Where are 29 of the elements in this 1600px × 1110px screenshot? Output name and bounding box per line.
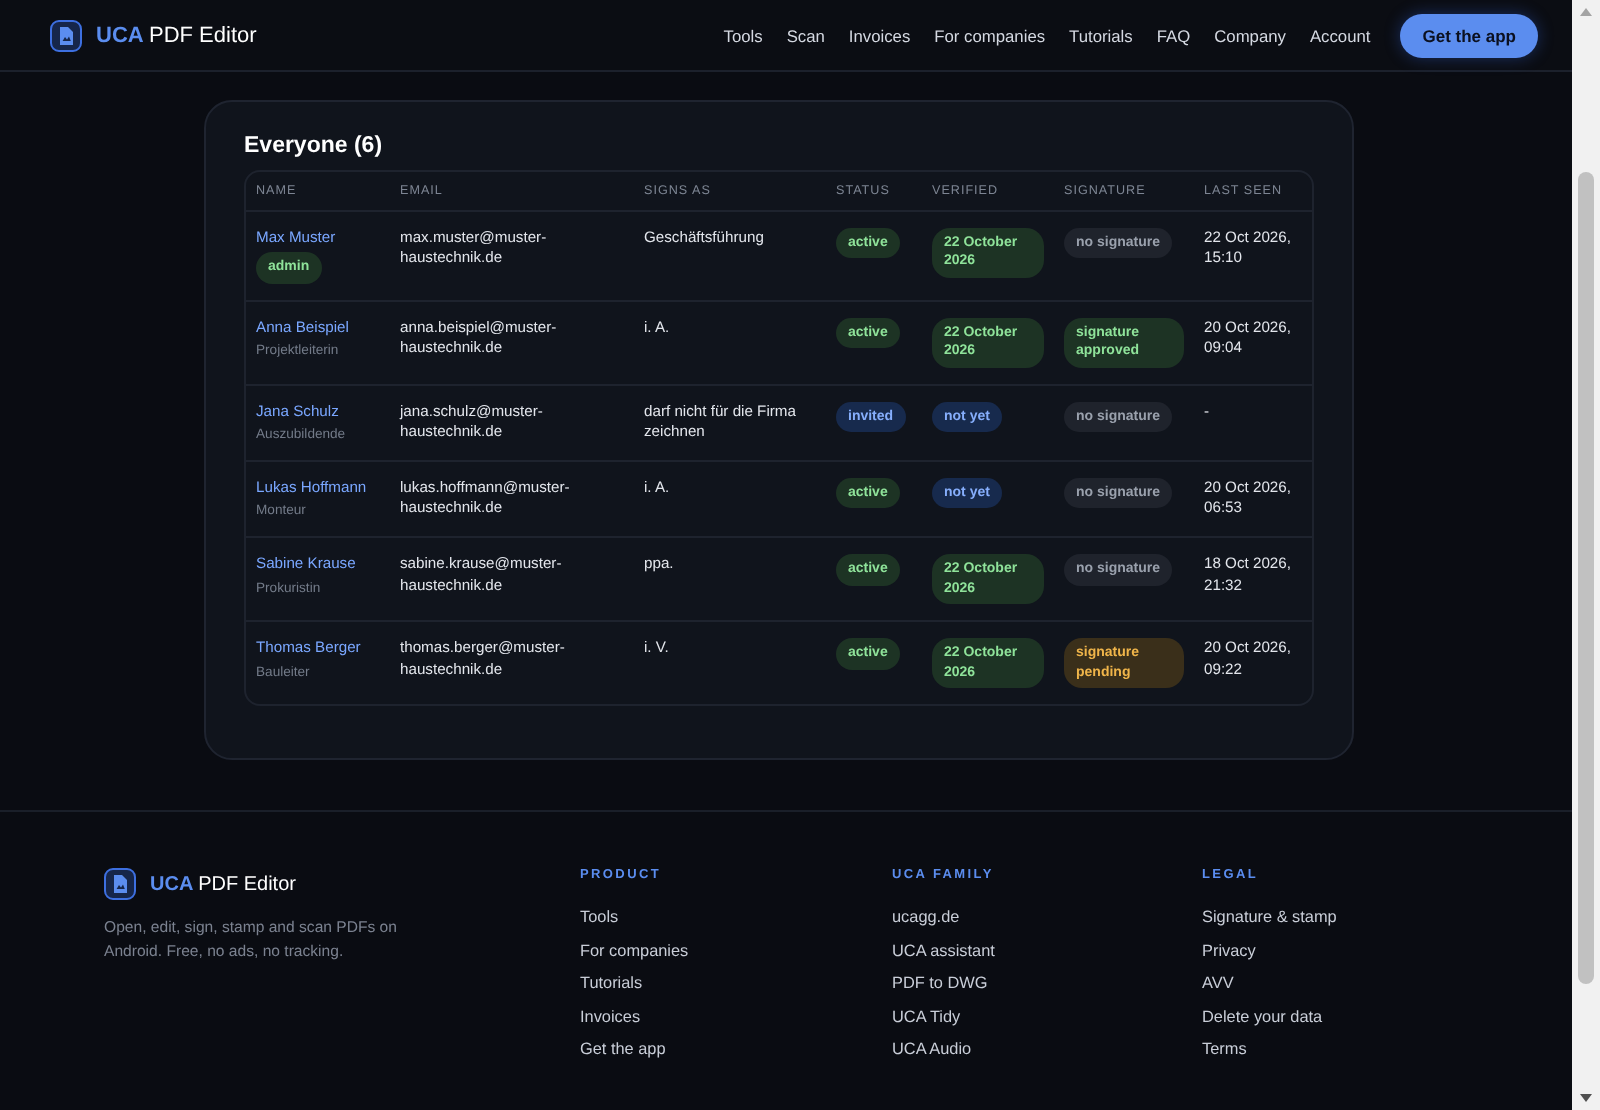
nav-link[interactable]: Company xyxy=(1214,25,1286,45)
footer-link[interactable]: Tools xyxy=(580,908,619,926)
nav-link[interactable]: Scan xyxy=(786,25,825,45)
footer-link[interactable]: Privacy xyxy=(1202,941,1256,959)
footer-link[interactable]: Delete your data xyxy=(1202,1007,1323,1025)
nav-link[interactable]: For companies xyxy=(934,25,1046,45)
brand-name[interactable]: UCA PDF Editor xyxy=(96,23,257,47)
footer-link[interactable]: Invoices xyxy=(580,1007,641,1025)
footer-link[interactable]: UCA Tidy xyxy=(892,1007,961,1025)
brand-name[interactable]: UCA PDF Editor xyxy=(150,873,296,895)
logo-icon xyxy=(50,19,82,51)
footer-link[interactable]: Signature & stamp xyxy=(1202,908,1337,926)
logo-icon xyxy=(104,868,136,900)
nav-link[interactable]: Invoices xyxy=(848,25,911,45)
nav-link[interactable]: Tutorials xyxy=(1069,25,1133,45)
footer-link[interactable]: ucagg.de xyxy=(892,908,960,926)
footer-link[interactable]: AVV xyxy=(1202,974,1234,992)
footer-link[interactable]: Tutorials xyxy=(580,974,643,992)
nav-link[interactable]: Tools xyxy=(723,25,763,45)
footer-link[interactable]: UCA Audio xyxy=(892,1040,972,1058)
nav-link[interactable]: FAQ xyxy=(1156,25,1191,45)
get-app-button[interactable]: Get the app xyxy=(1400,13,1538,57)
nav-link[interactable]: Account xyxy=(1309,25,1371,45)
section-title: Everyone (6) xyxy=(244,134,385,158)
footer-link[interactable]: UCA assistant xyxy=(892,941,995,959)
footer-link[interactable]: PDF to DWG xyxy=(892,974,988,992)
footer-link[interactable]: Terms xyxy=(1202,1040,1247,1058)
footer-link[interactable]: Get the app xyxy=(580,1040,666,1058)
footer-link[interactable]: For companies xyxy=(580,941,689,959)
